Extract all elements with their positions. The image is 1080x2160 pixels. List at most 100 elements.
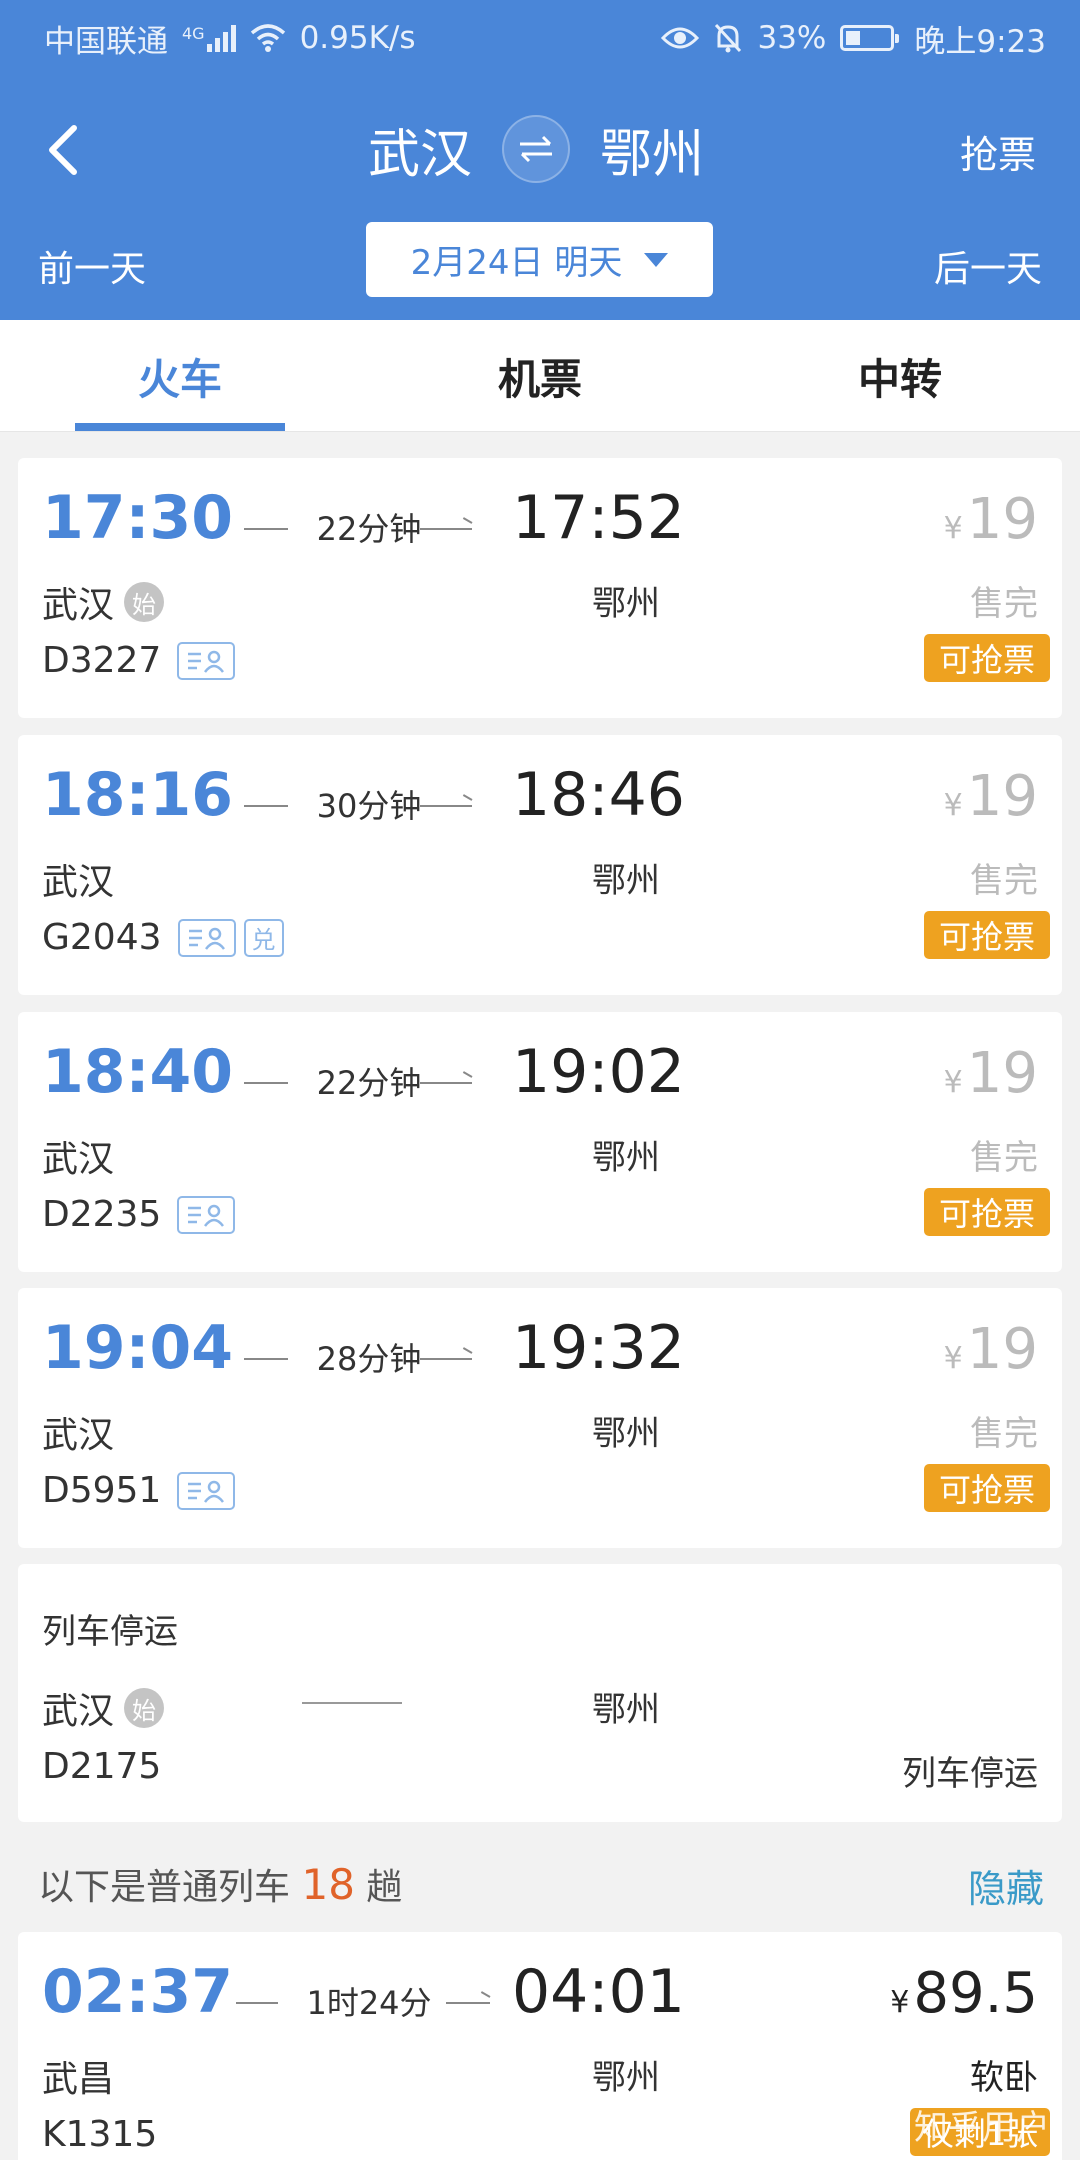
seat-type: 软卧 (970, 2058, 1038, 2098)
yen-sign: ¥ (943, 1065, 963, 1100)
back-arrow-icon[interactable] (36, 120, 96, 180)
to-station: 鄂州 (592, 861, 660, 901)
yen-sign: ¥ (943, 511, 963, 546)
train-number: K1315 (42, 2114, 157, 2155)
suspended-status: 列车停运 (902, 1754, 1038, 1794)
price: ¥19 (944, 1046, 1038, 1102)
train-number: D3227 (42, 640, 236, 681)
arrival-time: 19:32 (512, 1313, 685, 1383)
origin-badge: 始 (124, 1688, 165, 1728)
carrier-label: 中国联通 (44, 23, 168, 60)
clock: 晚上9:23 (914, 23, 1046, 60)
grab-available-badge[interactable]: 可抢票 (924, 1464, 1050, 1512)
section-prefix: 以下是普通列车 (38, 1867, 291, 1908)
duration: 30分钟 (316, 787, 422, 825)
to-station: 鄂州 (592, 584, 660, 624)
to-city[interactable]: 鄂州 (600, 112, 704, 187)
section-suffix: 趟 (366, 1867, 403, 1908)
train-number-label: G2043 (42, 917, 162, 958)
id-card-icon (177, 1195, 236, 1234)
date-row: 前一天 2月24日 明天 后一天 (0, 222, 1080, 297)
swap-icon (520, 135, 553, 163)
seat-status: 售完 (970, 1138, 1038, 1178)
arrival-time: 19:02 (512, 1037, 685, 1107)
price: ¥19 (944, 492, 1038, 548)
to-station: 鄂州 (592, 2058, 660, 2098)
mute-bell-icon (715, 23, 742, 53)
arrival-time: 04:01 (512, 1957, 685, 2027)
header: 中国联通 4G 0.95K/s 33% 晚上9:23 武汉 鄂州 抢票 前一天 … (0, 0, 1080, 320)
date-selector[interactable]: 2月24日 明天 (366, 222, 713, 297)
tab-transfer[interactable]: 中转 (720, 320, 1080, 432)
train-number: D5951 (42, 1470, 236, 1511)
train-number: G2043 兑 (42, 917, 284, 958)
from-station: 武昌 (42, 2050, 114, 2102)
prev-day-button[interactable]: 前一天 (38, 240, 146, 292)
tab-flight[interactable]: 机票 (360, 320, 720, 432)
tab-train[interactable]: 火车 (0, 320, 360, 432)
hide-button[interactable]: 隐藏 (968, 1858, 1044, 1913)
network-type: 4G (182, 24, 205, 43)
train-number: D2175 (42, 1746, 161, 1787)
from-station: 武汉始 (42, 1682, 165, 1734)
caret-down-icon (644, 252, 669, 267)
grab-ticket-button[interactable]: 抢票 (960, 124, 1036, 179)
route: 武汉 鄂州 (368, 104, 704, 194)
from-station-label: 武汉 (42, 1415, 115, 1456)
arrival-time: 18:46 (512, 760, 685, 830)
train-card[interactable]: 18:16 30分钟 18:46 ¥19 武汉 鄂州 售完 G2043 兑 可抢… (18, 735, 1062, 995)
id-card-icon (177, 641, 236, 680)
status-bar: 中国联通 4G 0.95K/s 33% 晚上9:23 (0, 0, 1080, 76)
price-value: 19 (966, 764, 1038, 829)
grab-available-badge[interactable]: 可抢票 (924, 911, 1050, 959)
suspended-train-card[interactable]: 列车停运 武汉始 鄂州 D2175 列车停运 (18, 1564, 1062, 1822)
train-number-label: D5951 (42, 1470, 162, 1511)
redeem-badge: 兑 (243, 918, 284, 957)
from-station-label: 武汉 (42, 585, 115, 626)
origin-badge: 始 (124, 582, 165, 622)
normal-trains-header: 以下是普通列车 18 趟 隐藏 (0, 1836, 1080, 1926)
from-station-label: 武汉 (42, 862, 115, 903)
normal-trains-count: 18 (301, 1860, 355, 1909)
price: ¥19 (944, 769, 1038, 825)
swap-stations-button[interactable] (502, 115, 571, 183)
price-value: 19 (966, 487, 1038, 552)
nav-row: 武汉 鄂州 抢票 (0, 104, 1080, 194)
train-number-label: D3227 (42, 640, 162, 681)
departure-time: 18:16 (42, 760, 233, 830)
grab-available-badge[interactable]: 可抢票 (924, 634, 1050, 682)
from-station: 武汉 (42, 1406, 114, 1458)
duration-arrow (420, 528, 472, 530)
duration: 22分钟 (316, 510, 422, 548)
tab-active-indicator (75, 423, 285, 431)
train-card[interactable]: 19:04 28分钟 19:32 ¥19 武汉 鄂州 售完 D5951 可抢票 (18, 1288, 1062, 1548)
train-card[interactable]: 18:40 22分钟 19:02 ¥19 武汉 鄂州 售完 D2235 可抢票 (18, 1012, 1062, 1272)
train-card[interactable]: 02:37 1时24分 04:01 ¥89.5 武昌 鄂州 软卧 K1315 仅… (18, 1932, 1062, 2160)
next-day-button[interactable]: 后一天 (934, 240, 1042, 292)
price-value: 89.5 (913, 1961, 1038, 2026)
departure-time: 18:40 (42, 1037, 233, 1107)
from-station: 武汉始 (42, 576, 165, 628)
from-station-label: 武昌 (42, 2059, 115, 2100)
status-right: 33% 晚上9:23 (661, 16, 1046, 61)
price-value: 19 (966, 1317, 1038, 1382)
yen-sign: ¥ (890, 1985, 910, 2020)
id-card-icon (177, 1471, 236, 1510)
price-value: 19 (966, 1041, 1038, 1106)
network-speed: 0.95K/s (299, 20, 416, 56)
train-number-label: K1315 (42, 2114, 158, 2155)
from-station: 武汉 (42, 1130, 114, 1182)
status-left: 中国联通 4G 0.95K/s (44, 16, 416, 61)
train-card[interactable]: 17:30 22分钟 17:52 ¥19 武汉始 鄂州 售完 D3227 可抢票 (18, 458, 1062, 718)
duration-arrow (420, 1358, 472, 1360)
mode-tabs: 火车 机票 中转 (0, 320, 1080, 432)
battery-icon (840, 25, 900, 51)
departure-time: 19:04 (42, 1313, 233, 1383)
from-city[interactable]: 武汉 (368, 112, 472, 187)
train-number-label: D2235 (42, 1194, 162, 1235)
route-arrow (302, 1702, 402, 1704)
price: ¥89.5 (890, 1966, 1038, 2022)
battery-percent: 33% (757, 20, 827, 56)
grab-available-badge[interactable]: 可抢票 (924, 1188, 1050, 1236)
watermark: 知乎用户 (914, 2108, 1050, 2148)
